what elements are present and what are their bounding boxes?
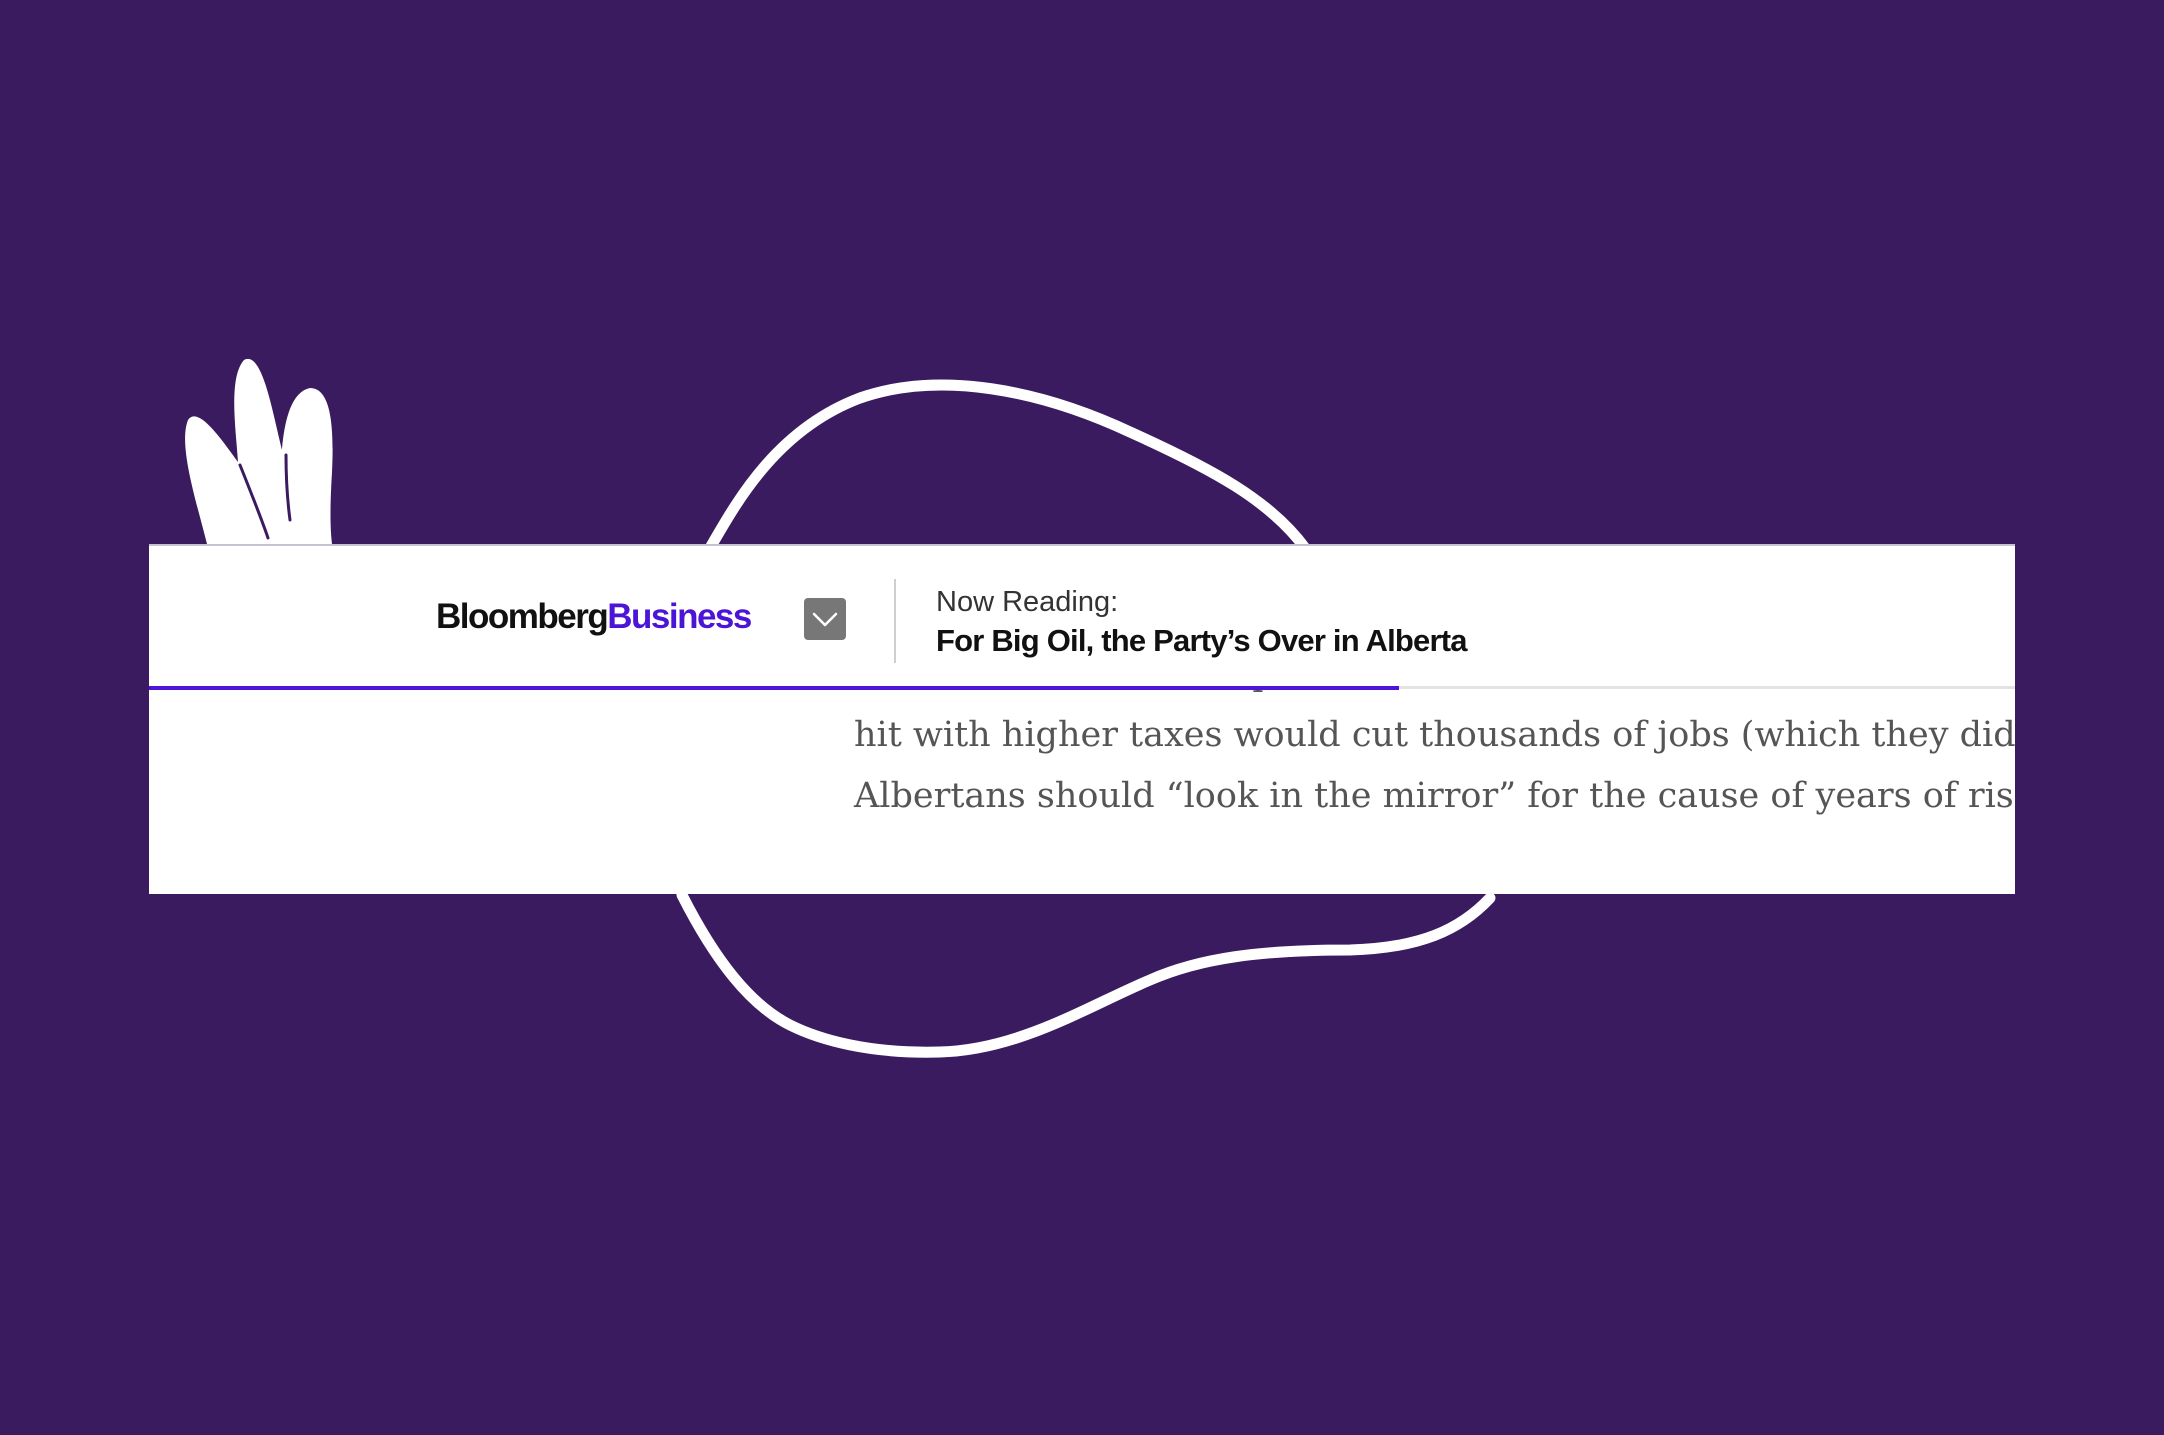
now-reading-title[interactable]: For Big Oil, the Party’s Over in Alberta (936, 623, 1468, 659)
reading-progress-bar (149, 686, 2015, 690)
article-line: Albertans should “look in the mirror” fo… (854, 776, 2015, 816)
reading-progress-fill (149, 686, 1400, 690)
bloomberg-page-crop: Albertans wanted companies to share the … (149, 544, 2015, 894)
brand-accent: Business (607, 597, 752, 636)
sticky-header: BloombergBusiness Now Reading: For Big O… (149, 544, 2015, 689)
chevron-down-icon (812, 612, 838, 627)
brand-main: Bloomberg (436, 597, 609, 636)
bloomberg-business-logo[interactable]: BloombergBusiness (436, 597, 752, 636)
menu-toggle-button[interactable] (804, 598, 846, 640)
header-divider (894, 579, 896, 663)
article-line: hit with higher taxes would cut thousand… (854, 715, 2015, 755)
now-reading-label: Now Reading: (936, 586, 1119, 618)
